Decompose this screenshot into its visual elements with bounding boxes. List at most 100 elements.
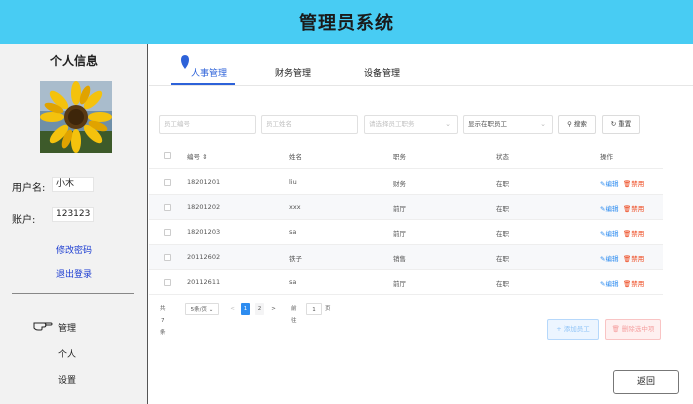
edit-button[interactable]: ✎编辑 <box>600 253 618 263</box>
edit-label: 编辑 <box>605 255 619 263</box>
header-position: 职务 <box>393 153 406 161</box>
cell-status: 在职 <box>496 180 509 188</box>
ban-button[interactable]: 🗑禁用 <box>623 228 644 238</box>
cell-status: 在职 <box>496 205 509 213</box>
edit-label: 编辑 <box>605 280 619 288</box>
goto-label: 前往 <box>291 306 297 324</box>
position-select-placeholder: 请选择员工职务 <box>369 120 415 128</box>
row-checkbox[interactable] <box>164 279 171 286</box>
tab-finance[interactable]: 财务管理 <box>275 66 311 79</box>
main-panel: 人事管理 财务管理 设备管理 员工编号 员工姓名 请选择员工职务 ⌄ 显示在职员… <box>149 44 693 404</box>
edit-button[interactable]: ✎编辑 <box>600 228 618 238</box>
cell-name: sa <box>289 278 297 286</box>
refresh-icon: ↻ <box>610 120 617 128</box>
cell-emp-no: 18201201 <box>187 178 221 186</box>
ban-button[interactable]: 🗑禁用 <box>623 253 644 263</box>
username-label: 用户名: <box>12 183 46 194</box>
goto-page-input[interactable]: 1 <box>306 303 322 315</box>
trash-icon: 🗑 <box>611 325 620 333</box>
emp-name-input[interactable]: 员工姓名 <box>261 115 358 134</box>
edit-button[interactable]: ✎编辑 <box>600 278 618 288</box>
ban-button[interactable]: 🗑禁用 <box>623 203 644 213</box>
edit-label: 编辑 <box>605 230 619 238</box>
search-button[interactable]: ⚲ 搜索 <box>558 115 596 134</box>
search-icon: ⚲ <box>567 120 572 128</box>
ban-label: 禁用 <box>631 180 645 188</box>
header-status: 状态 <box>496 153 509 161</box>
tab-bar: 人事管理 财务管理 设备管理 <box>149 44 693 86</box>
chevron-down-icon: ⌄ <box>208 307 214 313</box>
cell-position: 前厅 <box>393 280 406 288</box>
cell-emp-no: 20112611 <box>187 278 221 286</box>
row-checkbox[interactable] <box>164 229 171 236</box>
page-size-value: 5条/页 <box>190 307 207 313</box>
logout-link[interactable]: 退出登录 <box>0 267 148 280</box>
location-pin-icon <box>181 55 189 69</box>
table-row: 18201203 sa 前厅 在职 ✎编辑 🗑禁用 <box>149 220 663 245</box>
status-select-value: 显示在职员工 <box>468 120 507 128</box>
chevron-down-icon: ⌄ <box>445 120 451 128</box>
add-employee-button[interactable]: + 添加员工 <box>547 319 599 340</box>
edit-button[interactable]: ✎编辑 <box>600 203 618 213</box>
header-name: 姓名 <box>289 153 302 161</box>
table-row: 20112611 sa 前厅 在职 ✎编辑 🗑禁用 <box>149 270 663 295</box>
sidebar-divider <box>12 293 134 294</box>
header-emp-no[interactable]: 编号 ⇕ <box>187 151 208 161</box>
cell-emp-no: 18201203 <box>187 228 221 236</box>
select-all-checkbox[interactable] <box>164 152 171 159</box>
back-button[interactable]: 返回 <box>613 370 679 394</box>
change-password-link[interactable]: 修改密码 <box>0 243 148 256</box>
sidebar-item-manage[interactable]: 管理 <box>58 321 76 334</box>
edit-label: 编辑 <box>605 180 619 188</box>
reset-button[interactable]: ↻ 重置 <box>602 115 640 134</box>
ban-button[interactable]: 🗑禁用 <box>623 178 644 188</box>
ban-label: 禁用 <box>631 280 645 288</box>
sidebar: 个人信息 用户名: 小木 账户: 123123 修改密码 退出登录 管理 个人 … <box>0 44 148 404</box>
tab-hr[interactable]: 人事管理 <box>191 66 227 79</box>
header-actions: 操作 <box>600 153 613 161</box>
delete-selected-button[interactable]: 🗑 删除选中项 <box>605 319 661 340</box>
page-unit-label: 页 <box>325 306 331 312</box>
sidebar-item-personal[interactable]: 个人 <box>58 347 76 360</box>
ban-button[interactable]: 🗑禁用 <box>623 278 644 288</box>
position-select[interactable]: 请选择员工职务 ⌄ <box>364 115 458 134</box>
account-field[interactable]: 123123 <box>52 207 94 222</box>
page-button-1[interactable]: 1 <box>241 303 250 315</box>
reset-button-label: 重置 <box>618 120 632 128</box>
emp-no-input[interactable]: 员工编号 <box>159 115 256 134</box>
row-checkbox[interactable] <box>164 179 171 186</box>
cell-status: 在职 <box>496 255 509 263</box>
cell-emp-no: 20112602 <box>187 253 221 261</box>
pointing-hand-icon <box>33 322 53 331</box>
cell-position: 前厅 <box>393 230 406 238</box>
search-button-label: 搜索 <box>573 120 587 128</box>
cell-status: 在职 <box>496 280 509 288</box>
edit-label: 编辑 <box>605 205 619 213</box>
cell-emp-no: 18201202 <box>187 203 221 211</box>
account-label: 账户: <box>12 215 36 226</box>
app-header: 管理员系统 <box>0 0 693 44</box>
row-checkbox[interactable] <box>164 254 171 261</box>
ban-label: 禁用 <box>631 255 645 263</box>
next-page-button[interactable]: > <box>269 303 278 315</box>
active-tab-indicator <box>171 83 235 85</box>
cell-position: 前厅 <box>393 205 406 213</box>
pager-total: 共7条 <box>160 306 166 336</box>
sidebar-item-settings[interactable]: 设置 <box>58 373 76 386</box>
page-button-2[interactable]: 2 <box>255 303 264 315</box>
page-size-select[interactable]: 5条/页 ⌄ <box>185 303 219 315</box>
row-checkbox[interactable] <box>164 204 171 211</box>
cell-position: 财务 <box>393 180 406 188</box>
status-select[interactable]: 显示在职员工 ⌄ <box>463 115 553 134</box>
profile-title: 个人信息 <box>49 54 98 68</box>
tab-equipment[interactable]: 设备管理 <box>364 66 400 79</box>
app-title: 管理员系统 <box>299 13 394 34</box>
cell-status: 在职 <box>496 230 509 238</box>
username-field[interactable]: 小木 <box>52 177 94 192</box>
delete-selected-label: 删除选中项 <box>621 325 655 333</box>
avatar-sunflower-image <box>40 81 112 153</box>
table-row: 18201202 xxx 前厅 在职 ✎编辑 🗑禁用 <box>149 195 663 220</box>
prev-page-button[interactable]: < <box>228 303 237 315</box>
cell-name: 铁子 <box>289 255 302 263</box>
edit-button[interactable]: ✎编辑 <box>600 178 618 188</box>
